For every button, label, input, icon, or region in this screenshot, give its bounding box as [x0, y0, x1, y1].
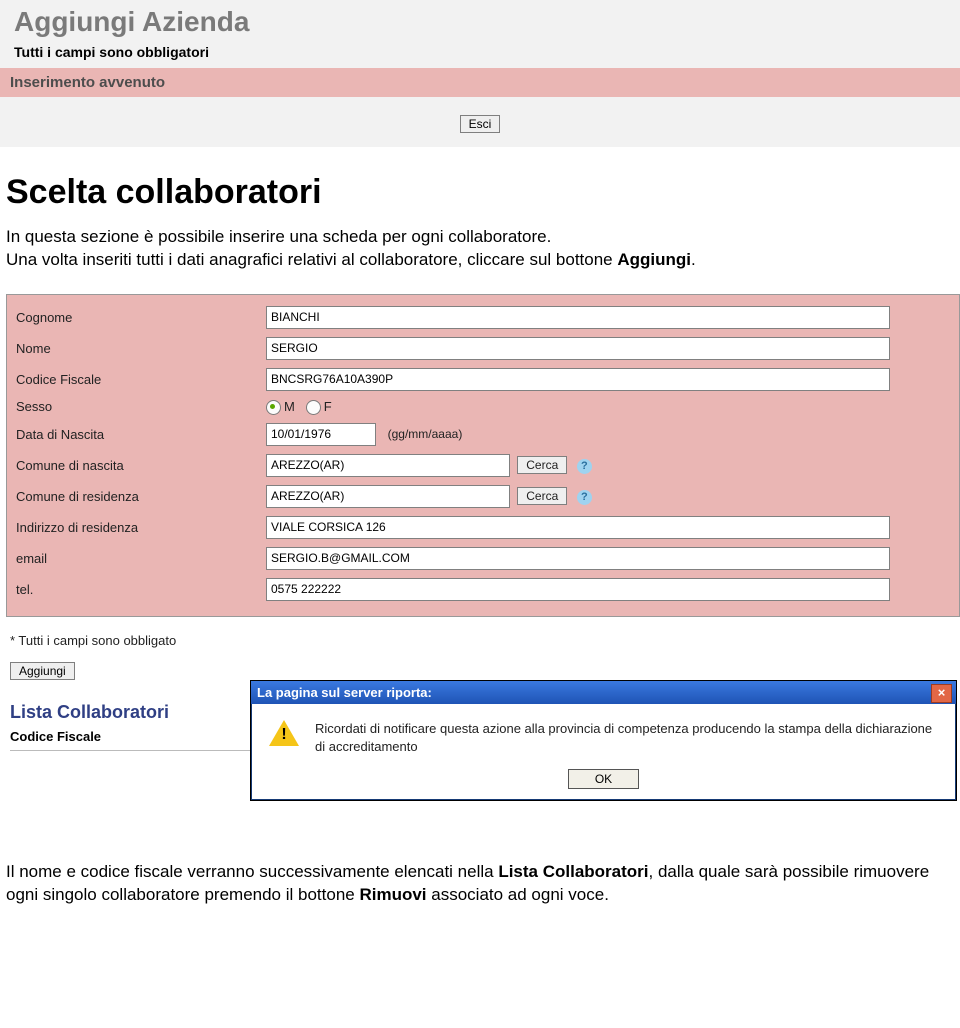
label-email: email [15, 546, 265, 571]
intro-paragraph: In questa sezione è possibile inserire u… [6, 226, 954, 272]
input-comune-residenza[interactable] [266, 485, 510, 508]
label-comune-residenza: Comune di residenza [15, 484, 265, 509]
help-icon[interactable]: ? [577, 459, 592, 474]
radio-sesso-m[interactable] [266, 400, 281, 415]
server-dialog: La pagina sul server riporta: × Ricordat… [250, 680, 957, 801]
top-panel: Aggiungi Azienda Tutti i campi sono obbl… [0, 0, 960, 147]
esci-row: Esci [0, 97, 960, 133]
cerca-comune-nascita-button[interactable]: Cerca [517, 456, 567, 474]
input-codice-fiscale[interactable] [266, 368, 890, 391]
input-indirizzo-residenza[interactable] [266, 516, 890, 539]
dialog-titlebar: La pagina sul server riporta: × [251, 681, 956, 704]
label-data-nascita: Data di Nascita [15, 422, 265, 447]
dialog-close-button[interactable]: × [931, 684, 952, 703]
label-sesso: Sesso [15, 398, 265, 416]
intro-line-1: In questa sezione è possibile inserire u… [6, 227, 551, 246]
intro-line-2b: Aggiungi [617, 250, 691, 269]
section-heading: Scelta collaboratori [6, 173, 960, 212]
help-icon[interactable]: ? [577, 490, 592, 505]
date-format-hint: (gg/mm/aaaa) [388, 427, 463, 441]
closing-paragraph: Il nome e codice fiscale verranno succes… [6, 861, 954, 907]
page-subtitle: Tutti i campi sono obbligatori [0, 38, 960, 68]
radio-label-f: F [324, 399, 332, 414]
label-indirizzo-residenza: Indirizzo di residenza [15, 515, 265, 540]
radio-sesso-f[interactable] [306, 400, 321, 415]
esci-button[interactable]: Esci [460, 115, 501, 133]
dialog-ok-button[interactable]: OK [568, 769, 639, 789]
dialog-message: Ricordati di notificare questa azione al… [315, 720, 938, 755]
p2a: Il nome e codice fiscale verranno succes… [6, 862, 498, 881]
collaborator-form: Cognome Nome Codice Fiscale Sesso M F Da… [6, 294, 960, 617]
input-comune-nascita[interactable] [266, 454, 510, 477]
input-tel[interactable] [266, 578, 890, 601]
label-comune-nascita: Comune di nascita [15, 453, 265, 478]
p2b: Lista Collaboratori [498, 862, 648, 881]
input-email[interactable] [266, 547, 890, 570]
aggiungi-button[interactable]: Aggiungi [10, 662, 75, 680]
label-tel: tel. [15, 577, 265, 602]
p2d: Rimuovi [359, 885, 426, 904]
aggiungi-row: Aggiungi [10, 662, 960, 680]
dialog-footer: OK [251, 765, 956, 800]
status-banner: Inserimento avvenuto [0, 68, 960, 97]
label-codice-fiscale: Codice Fiscale [15, 367, 265, 392]
radio-label-m: M [284, 399, 295, 414]
intro-line-2c: . [691, 250, 696, 269]
intro-line-2a: Una volta inseriti tutti i dati anagrafi… [6, 250, 617, 269]
dialog-title: La pagina sul server riporta: [257, 685, 432, 700]
label-nome: Nome [15, 336, 265, 361]
input-data-nascita[interactable] [266, 423, 376, 446]
label-cognome: Cognome [15, 305, 265, 330]
p2e: associato ad ogni voce. [427, 885, 609, 904]
input-nome[interactable] [266, 337, 890, 360]
dialog-body: Ricordati di notificare questa azione al… [251, 704, 956, 765]
warning-icon [269, 720, 299, 746]
page-title: Aggiungi Azienda [0, 0, 960, 38]
cerca-comune-residenza-button[interactable]: Cerca [517, 487, 567, 505]
input-cognome[interactable] [266, 306, 890, 329]
mandatory-note: * Tutti i campi sono obbligato [10, 633, 960, 648]
close-icon: × [938, 685, 946, 700]
